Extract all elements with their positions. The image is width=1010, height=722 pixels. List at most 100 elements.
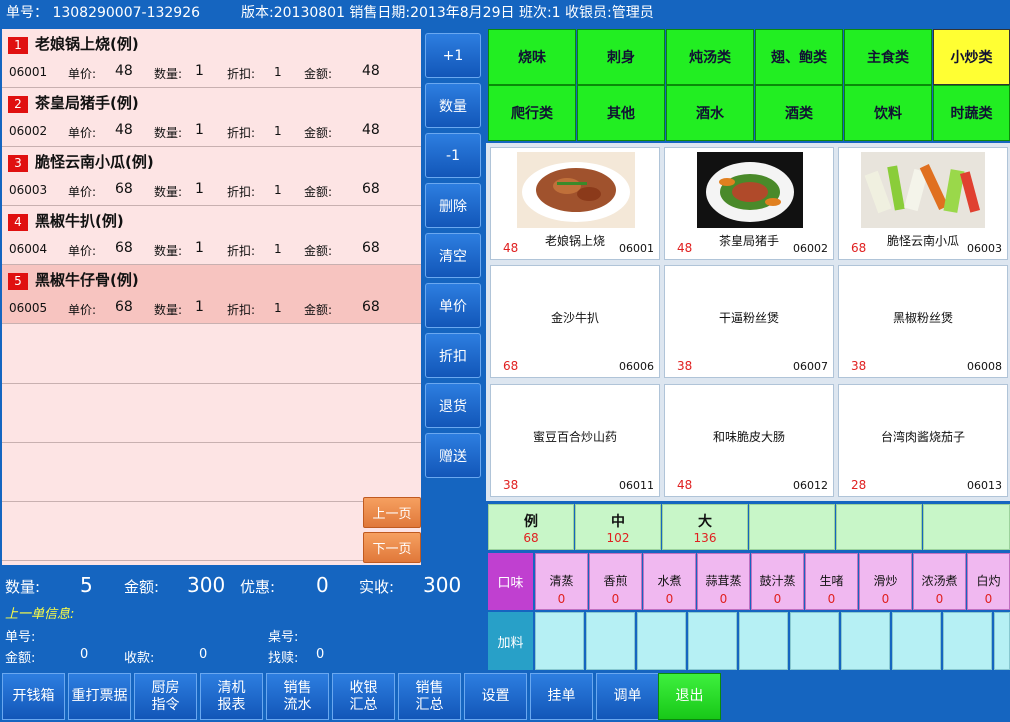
- settings-button[interactable]: 设置: [464, 673, 527, 720]
- flavor-option[interactable]: 鼓汁蒸 0: [751, 553, 804, 610]
- size-option-empty[interactable]: [923, 504, 1010, 550]
- amount-label: 金额:: [304, 126, 333, 140]
- plus-one-button[interactable]: +1: [425, 33, 481, 78]
- dish-code: 06007: [793, 360, 828, 373]
- flavor-button[interactable]: 口味: [488, 553, 533, 610]
- cashier-summary-button[interactable]: 收银汇总: [332, 673, 395, 720]
- flavor-option[interactable]: 水煮 0: [643, 553, 696, 610]
- dish-card[interactable]: 老娘锅上烧 48 06001: [490, 147, 660, 260]
- flavor-option[interactable]: 蒜茸蒸 0: [697, 553, 750, 610]
- dish-name: 蜜豆百合炒山药: [532, 430, 617, 444]
- kitchen-command-button[interactable]: 厨房指令: [134, 673, 197, 720]
- size-option[interactable]: 中 102: [575, 504, 661, 550]
- category-tab[interactable]: 炖汤类: [666, 29, 754, 85]
- qty-value: 1: [195, 240, 204, 256]
- dish-card[interactable]: 脆怪云南小瓜 68 06003: [838, 147, 1008, 260]
- flavor-name: 蒜茸蒸: [705, 574, 742, 588]
- flavor-option[interactable]: 滑炒 0: [859, 553, 912, 610]
- addon-slot[interactable]: [586, 612, 635, 670]
- addon-slot[interactable]: [943, 612, 992, 670]
- order-row[interactable]: 2 茶皇局猪手(例) 06002 单价: 48 数量: 1 折扣: 1 金额: …: [2, 88, 421, 147]
- category-tab[interactable]: 刺身: [577, 29, 665, 85]
- addon-slot[interactable]: [688, 612, 737, 670]
- flavor-option[interactable]: 清蒸 0: [535, 553, 588, 610]
- minus-one-button[interactable]: -1: [425, 133, 481, 178]
- category-tab[interactable]: 翅、鲍类: [755, 29, 843, 85]
- recall-order-button[interactable]: 调单: [596, 673, 659, 720]
- dish-card[interactable]: 蜜豆百合炒山药 38 06011: [490, 384, 660, 497]
- dish-card[interactable]: 金沙牛扒 68 06006: [490, 265, 660, 378]
- category-tab[interactable]: 时蔬类: [933, 85, 1010, 141]
- category-tab[interactable]: 主食类: [844, 29, 932, 85]
- order-row[interactable]: 1 老娘锅上烧(例) 06001 单价: 48 数量: 1 折扣: 1 金额: …: [2, 29, 421, 88]
- reprint-button[interactable]: 重打票据: [68, 673, 131, 720]
- order-row-selected[interactable]: 5 黑椒牛仔骨(例) 06005 单价: 68 数量: 1 折扣: 1 金额: …: [2, 265, 421, 324]
- open-drawer-button[interactable]: 开钱箱: [2, 673, 65, 720]
- discount-label: 折扣:: [227, 303, 256, 317]
- prev-page-button[interactable]: 上一页: [363, 497, 421, 528]
- flavor-option[interactable]: 生啫 0: [805, 553, 858, 610]
- amount-value: 48: [362, 63, 380, 79]
- clear-button[interactable]: 清空: [425, 233, 481, 278]
- qty-value: 1: [195, 299, 204, 315]
- size-option-empty[interactable]: [749, 504, 835, 550]
- category-tab[interactable]: 爬行类: [488, 85, 576, 141]
- sales-summary-button[interactable]: 销售汇总: [398, 673, 461, 720]
- discount-total: 0: [316, 573, 329, 597]
- sales-flow-button[interactable]: 销售流水: [266, 673, 329, 720]
- flavor-option[interactable]: 浓汤煮 0: [913, 553, 966, 610]
- return-button[interactable]: 退货: [425, 383, 481, 428]
- category-tab-selected[interactable]: 小炒类: [933, 29, 1010, 85]
- unit-price-button[interactable]: 单价: [425, 283, 481, 328]
- discount-button[interactable]: 折扣: [425, 333, 481, 378]
- size-option[interactable]: 例 68: [488, 504, 574, 550]
- dish-price: 38: [677, 359, 693, 373]
- dish-card[interactable]: 和味脆皮大肠 48 06012: [664, 384, 834, 497]
- clear-report-button[interactable]: 清机报表: [200, 673, 263, 720]
- addon-slot[interactable]: [892, 612, 941, 670]
- flavor-option[interactable]: 香煎 0: [589, 553, 642, 610]
- discount-value: 1: [274, 183, 282, 197]
- addon-button[interactable]: 加料: [488, 612, 533, 670]
- flavor-option[interactable]: 白灼 0: [967, 553, 1010, 610]
- addon-slot[interactable]: [841, 612, 890, 670]
- next-page-button[interactable]: 下一页: [363, 532, 421, 563]
- dish-code: 06002: [9, 124, 48, 138]
- delete-button[interactable]: 删除: [425, 183, 481, 228]
- order-row[interactable]: 3 脆怪云南小瓜(例) 06003 单价: 68 数量: 1 折扣: 1 金额:…: [2, 147, 421, 206]
- dish-card[interactable]: 茶皇局猪手 48 06002: [664, 147, 834, 260]
- dish-card[interactable]: 台湾肉酱烧茄子 28 06013: [838, 384, 1008, 497]
- hold-order-button[interactable]: 挂单: [530, 673, 593, 720]
- exit-button[interactable]: 退出: [658, 673, 721, 720]
- price-value: 68: [115, 299, 133, 315]
- flavor-name: 滑炒: [873, 574, 898, 588]
- size-price: 136: [693, 531, 717, 545]
- addon-slot[interactable]: [739, 612, 788, 670]
- discount-label: 折扣:: [227, 185, 256, 199]
- size-option[interactable]: 大 136: [662, 504, 748, 550]
- quantity-button[interactable]: 数量: [425, 83, 481, 128]
- row-number: 4: [8, 214, 28, 231]
- category-tab[interactable]: 烧味: [488, 29, 576, 85]
- category-tab[interactable]: 饮料: [844, 85, 932, 141]
- addon-slot[interactable]: [790, 612, 839, 670]
- order-row[interactable]: 4 黑椒牛扒(例) 06004 单价: 68 数量: 1 折扣: 1 金额: 6…: [2, 206, 421, 265]
- category-tab[interactable]: 酒水: [666, 85, 754, 141]
- gift-button[interactable]: 赠送: [425, 433, 481, 478]
- change-label: 找赎:: [268, 651, 299, 666]
- category-tab[interactable]: 酒类: [755, 85, 843, 141]
- dish-name: 台湾肉酱烧茄子: [880, 430, 965, 444]
- addon-slot[interactable]: [994, 612, 1010, 670]
- addon-slot[interactable]: [637, 612, 686, 670]
- dish-price: 48: [677, 478, 693, 492]
- category-tab[interactable]: 其他: [577, 85, 665, 141]
- top-bar: 单号： 1308290007-132926 版本:20130801 销售日期:2…: [0, 0, 1010, 27]
- size-option-empty[interactable]: [836, 504, 922, 550]
- addon-slot[interactable]: [535, 612, 584, 670]
- dish-card[interactable]: 干逼粉丝煲 38 06007: [664, 265, 834, 378]
- dish-price: 68: [851, 241, 867, 255]
- dish-code: 06006: [619, 360, 654, 373]
- flavor-name: 香煎: [603, 574, 628, 588]
- dish-card[interactable]: 黑椒粉丝煲 38 06008: [838, 265, 1008, 378]
- dish-code: 06011: [619, 479, 654, 492]
